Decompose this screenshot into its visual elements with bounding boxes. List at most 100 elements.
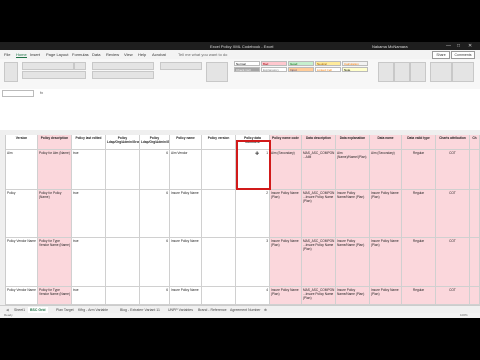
tab-data[interactable]: Data [92,52,100,57]
conditional-formatting-button[interactable] [206,62,228,82]
format-cells-button[interactable] [410,62,426,82]
header-cell[interactable]: Ch [470,135,480,150]
minimize-icon[interactable]: — [446,43,451,49]
header-cell[interactable]: Policy description [38,135,72,150]
style-explanatory[interactable]: Explanatory [261,67,287,72]
header-cell[interactable]: Policy Ldap/Org/Admin/Group [106,135,140,150]
table-cell[interactable]: Insure Policy Name (Plan) [370,190,402,238]
style-note[interactable]: Note [342,67,368,72]
table-cell[interactable] [202,150,236,190]
fx-icon[interactable]: fx [40,90,43,95]
table-cell[interactable] [106,190,140,238]
tab-view[interactable]: View [124,52,133,57]
table-cell[interactable]: Regular [402,238,436,287]
table-cell[interactable]: Policy Vendor Name [6,238,38,287]
tab-file[interactable]: File [4,52,10,57]
table-cell[interactable] [202,238,236,287]
table-cell[interactable] [106,150,140,190]
table-cell[interactable] [106,287,140,305]
insert-cells-button[interactable] [378,62,394,82]
table-cell[interactable]: COT [436,287,470,305]
table-cell[interactable]: true [72,238,106,287]
table-cell[interactable] [202,287,236,305]
table-cell[interactable]: Insure Policy Name [170,190,202,238]
zoom-level[interactable]: 100% [460,313,468,317]
table-cell[interactable]: MAS_ASC_COMPON ...Insure Policy Name (Pl… [302,190,336,238]
tab-insert[interactable]: Insert [30,52,40,57]
table-cell[interactable]: MAS_ASC_COMPON ...Insure Policy Name (Pl… [302,238,336,287]
table-cell[interactable] [470,190,480,238]
table-cell[interactable]: true [72,190,106,238]
table-cell[interactable]: COT [436,150,470,190]
table-cell[interactable]: Aim Vendor [170,150,202,190]
table-cell[interactable]: Insure Policy Name (Plan) [270,287,302,305]
paste-button[interactable] [4,62,18,82]
table-cell[interactable]: 6 [140,190,170,238]
table-cell[interactable]: 6 [140,150,170,190]
table-cell[interactable]: Insure Policy Name (Plan) [270,190,302,238]
table-cell[interactable]: Insure Policy Name (Plan) [370,287,402,305]
header-cell[interactable]: Data explanation [336,135,370,150]
formula-content-area[interactable] [0,97,480,131]
table-cell[interactable]: Policy Vendor Name [6,287,38,305]
header-cell[interactable]: Data name [370,135,402,150]
style-input[interactable]: Input [288,67,314,72]
header-cell[interactable]: Policy name code [270,135,302,150]
header-cell[interactable]: Data valid type [402,135,436,150]
header-cell[interactable]: Data description [302,135,336,150]
table-cell[interactable]: 4 [236,287,270,305]
table-cell[interactable]: Policy for Type Vendor Name (Name) [38,287,72,305]
style-good[interactable]: Good [288,61,314,66]
tab-acrobat[interactable]: Acrobat [152,52,166,57]
table-cell[interactable]: Aim (Secondary) [270,150,302,190]
header-cell[interactable]: Policy version [202,135,236,150]
table-cell[interactable]: Policy for Policy (Name) [38,190,72,238]
table-cell[interactable]: COT [436,190,470,238]
style-check-cell[interactable]: Check Cell [234,67,260,72]
alignment-buttons[interactable] [92,62,154,70]
table-cell[interactable]: 3 [236,238,270,287]
table-cell[interactable]: true [72,287,106,305]
header-cell[interactable]: Version [6,135,38,150]
style-bad[interactable]: Bad [261,61,287,66]
table-cell[interactable]: Insure Policy Name (Plan) [270,238,302,287]
share-button[interactable]: Share [432,51,450,59]
delete-cells-button[interactable] [394,62,410,82]
header-cell[interactable]: Policy Ldap/Org/Admin/Group/Attr [140,135,170,150]
comments-button[interactable]: Comments [451,51,475,59]
table-cell[interactable]: Insure Policy Name/Name (Plan) [336,238,370,287]
table-cell[interactable]: Aim (Name)/Name/(Plan) [336,150,370,190]
tab-home[interactable]: Home [16,52,27,58]
tab-page-layout[interactable]: Page Layout [46,52,68,57]
table-cell[interactable]: Insure Policy Name [170,238,202,287]
table-cell[interactable] [470,287,480,305]
table-cell[interactable]: Policy for Aim (Name) [38,150,72,190]
table-cell[interactable] [106,238,140,287]
table-cell[interactable] [470,150,480,190]
style-neutral[interactable]: Neutral [315,61,341,66]
style-normal[interactable]: Normal [234,61,260,66]
table-cell[interactable]: true [72,150,106,190]
table-cell[interactable] [470,238,480,287]
table-cell[interactable]: Insure Policy Name/Name (Plan) [336,287,370,305]
table-cell[interactable]: Regular [402,190,436,238]
font-format-buttons[interactable] [22,71,86,79]
table-cell[interactable]: Insure Policy Name/Name (Plan) [336,190,370,238]
table-cell[interactable]: MAS_ASC_COMPON ...AIM [302,150,336,190]
table-cell[interactable]: Insure Policy Name (Plan) [370,238,402,287]
table-cell[interactable]: 6 [140,238,170,287]
table-cell[interactable]: Policy for Type Vendor Name (Name) [38,238,72,287]
header-cell[interactable]: Policy name [170,135,202,150]
tell-me-search[interactable]: Tell me what you want to do [178,52,227,57]
table-cell[interactable]: 2 [236,190,270,238]
tab-help[interactable]: Help [138,52,146,57]
number-format-select[interactable] [160,62,202,70]
header-cell[interactable]: Policy last edited [72,135,106,150]
maximize-icon[interactable]: □ [457,43,460,49]
table-cell[interactable] [202,190,236,238]
style-calculation[interactable]: Calculation [342,61,368,66]
name-box[interactable] [2,90,34,97]
table-cell[interactable]: Regular [402,150,436,190]
table-cell[interactable]: Regular [402,287,436,305]
font-name-select[interactable] [22,62,74,70]
